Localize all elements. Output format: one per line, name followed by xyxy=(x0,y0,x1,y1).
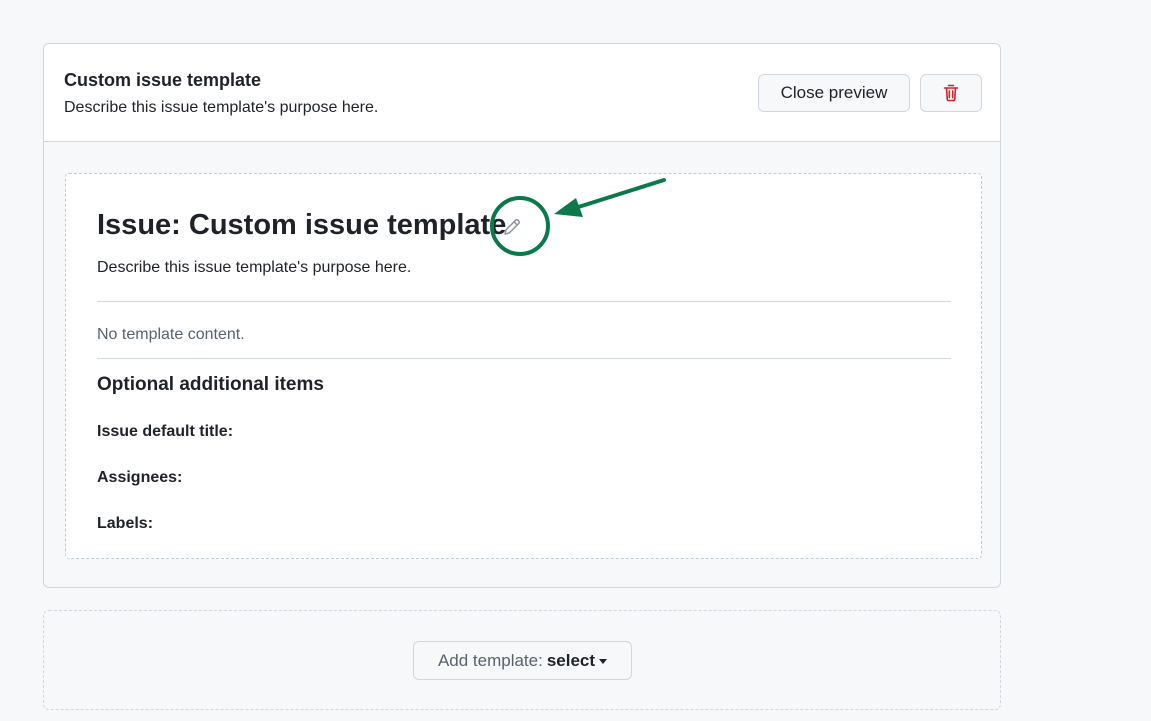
empty-content-text: No template content. xyxy=(97,326,245,343)
preview-description: Describe this issue template's purpose h… xyxy=(97,259,412,276)
template-card: Custom issue template Describe this issu… xyxy=(43,43,1001,588)
caret-down-icon xyxy=(599,659,608,664)
optional-items-heading: Optional additional items xyxy=(97,374,324,395)
divider xyxy=(97,358,951,359)
labels-label: Labels: xyxy=(97,515,154,532)
add-template-value: select xyxy=(546,650,596,670)
close-preview-button[interactable]: Close preview xyxy=(758,74,910,112)
add-template-label: Add template: xyxy=(437,650,543,670)
add-template-dropdown[interactable]: Add template: select xyxy=(413,641,632,680)
template-about: Describe this issue template's purpose h… xyxy=(64,99,379,116)
template-preview: Issue: Custom issue template Describe th… xyxy=(65,173,982,559)
trash-icon xyxy=(943,84,959,102)
preview-issue-title: Issue: Custom issue template xyxy=(97,209,507,241)
template-card-header: Custom issue template Describe this issu… xyxy=(44,44,1000,142)
template-name: Custom issue template xyxy=(64,70,262,90)
default-title-label: Issue default title: xyxy=(97,423,234,440)
pencil-icon[interactable] xyxy=(501,216,523,238)
assignees-label: Assignees: xyxy=(97,469,183,486)
delete-template-button[interactable] xyxy=(920,74,982,112)
divider xyxy=(97,301,951,302)
